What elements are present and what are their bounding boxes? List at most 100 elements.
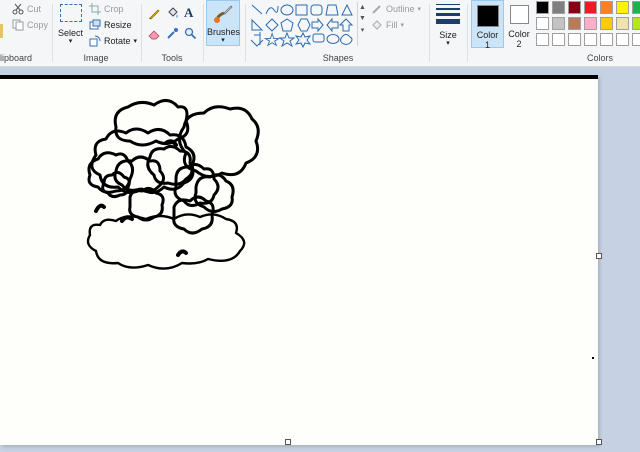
- color-swatch[interactable]: [616, 33, 629, 46]
- line-shape-icon: [251, 4, 263, 15]
- pencil-icon: [149, 9, 160, 20]
- copy-label: Copy: [27, 20, 49, 30]
- size-label: Size: [439, 30, 457, 40]
- six-point-star-shape-icon: [294, 31, 312, 49]
- pencil-button[interactable]: [148, 7, 161, 22]
- divider: [429, 4, 430, 62]
- color-swatch[interactable]: [568, 1, 581, 14]
- color-swatch[interactable]: [552, 17, 565, 30]
- color-swatch[interactable]: [632, 33, 640, 46]
- color-swatch[interactable]: [568, 17, 581, 30]
- fill-label: Fill: [386, 20, 398, 30]
- drawing-canvas[interactable]: [0, 75, 598, 445]
- fill-button[interactable]: [166, 7, 179, 22]
- magnifier-button[interactable]: [184, 27, 197, 42]
- image-group-label: Image: [83, 53, 109, 63]
- resize-handle-corner[interactable]: [596, 439, 602, 445]
- shapes-gallery-icons: [250, 3, 354, 49]
- chevron-down-icon: ▾: [68, 38, 73, 45]
- resize-handle-right[interactable]: [596, 253, 602, 259]
- shapes-gallery[interactable]: [250, 2, 360, 49]
- text-tool-icon[interactable]: A: [184, 5, 193, 21]
- pentagon-shape-icon: [280, 18, 294, 32]
- color-swatch[interactable]: [616, 1, 629, 14]
- rectangle-shape-icon: [295, 4, 308, 16]
- color2-number: 2: [516, 39, 522, 49]
- shapes-gallery-scroll[interactable]: ▲ ▼ ▾: [357, 2, 367, 46]
- rotate-button[interactable]: Rotate ▾: [89, 35, 137, 47]
- rounded-rectangle-shape-icon: [310, 4, 323, 16]
- line-width-icon: [436, 4, 460, 24]
- color-palette: [536, 0, 640, 50]
- color-swatch[interactable]: [552, 1, 565, 14]
- cut-button[interactable]: Cut: [12, 3, 41, 15]
- copy-button[interactable]: Copy: [12, 19, 48, 31]
- copy-icon: [12, 19, 24, 31]
- color-swatch[interactable]: [600, 17, 613, 30]
- fill-icon: [371, 19, 383, 31]
- color-picker-button[interactable]: [166, 27, 179, 42]
- hexagon-shape-icon: [297, 18, 311, 32]
- crop-label: Crop: [104, 4, 124, 14]
- left-arrow-shape-icon: [326, 17, 339, 33]
- color-swatch[interactable]: [536, 33, 549, 46]
- chevron-down-icon: ▾: [133, 38, 138, 45]
- divider: [52, 4, 53, 62]
- crop-button[interactable]: Crop: [89, 3, 124, 15]
- crop-icon: [89, 3, 101, 15]
- shapes-group-label: Shapes: [322, 53, 354, 63]
- chevron-down-icon: ▼: [359, 15, 366, 22]
- four-point-star-shape-icon: [263, 32, 281, 47]
- color-swatch[interactable]: [632, 17, 640, 30]
- color-swatch[interactable]: [584, 1, 597, 14]
- color2-button[interactable]: Color 2: [505, 0, 533, 49]
- eraser-button[interactable]: [148, 27, 161, 42]
- resize-button[interactable]: Resize: [89, 19, 132, 31]
- color-swatch[interactable]: [600, 1, 613, 14]
- chevron-down-icon: ▾: [446, 40, 450, 47]
- chevron-down-icon: ▾: [417, 6, 422, 13]
- color2-swatch: [509, 5, 529, 24]
- size-button[interactable]: Size ▾: [433, 2, 463, 47]
- rotate-label: Rotate: [104, 36, 131, 46]
- color-swatch[interactable]: [584, 17, 597, 30]
- cursor-dot: [592, 357, 594, 359]
- chevron-down-icon: ▾: [221, 37, 225, 44]
- cut-label: Cut: [27, 4, 42, 14]
- up-arrow-shape-icon: [338, 18, 354, 32]
- color-swatch[interactable]: [536, 1, 549, 14]
- polygon-shape-icon: [325, 4, 339, 16]
- rotate-icon: [89, 35, 101, 47]
- right-triangle-shape-icon: [251, 18, 264, 31]
- diamond-shape-icon: [265, 18, 279, 32]
- expand-gallery-icon: ▾: [360, 27, 365, 34]
- divider: [245, 4, 246, 62]
- color-swatch[interactable]: [600, 33, 613, 46]
- resize-icon: [89, 19, 101, 31]
- five-point-star-shape-icon: [278, 31, 296, 48]
- select-rectangle-icon: [59, 4, 82, 22]
- color1-button[interactable]: Color 1: [471, 0, 504, 50]
- chevron-up-icon: ▲: [359, 4, 366, 11]
- outline-button[interactable]: Outline ▾: [371, 3, 421, 15]
- paint-bucket-icon: [168, 7, 178, 18]
- scissors-icon: [12, 3, 24, 15]
- color2-label: Color: [508, 29, 530, 39]
- color-swatch[interactable]: [584, 33, 597, 46]
- outline-icon: [371, 3, 383, 15]
- brushes-button[interactable]: Brushes ▾: [206, 0, 240, 46]
- colors-group-label: Colors: [586, 53, 613, 63]
- color-swatch[interactable]: [536, 17, 549, 30]
- color1-number: 1: [484, 40, 490, 50]
- color-swatch[interactable]: [568, 33, 581, 46]
- color1-label: Color: [476, 30, 499, 40]
- paste-icon[interactable]: [0, 24, 3, 38]
- color-swatch[interactable]: [616, 17, 629, 30]
- color-swatch[interactable]: [552, 33, 565, 46]
- brush-icon: [214, 5, 233, 23]
- fill-dropdown-button[interactable]: Fill ▾: [371, 19, 404, 31]
- magnifier-icon: [184, 27, 197, 40]
- color-swatch[interactable]: [632, 1, 640, 14]
- select-button[interactable]: Select ▾: [57, 4, 84, 45]
- resize-handle-bottom[interactable]: [285, 439, 291, 445]
